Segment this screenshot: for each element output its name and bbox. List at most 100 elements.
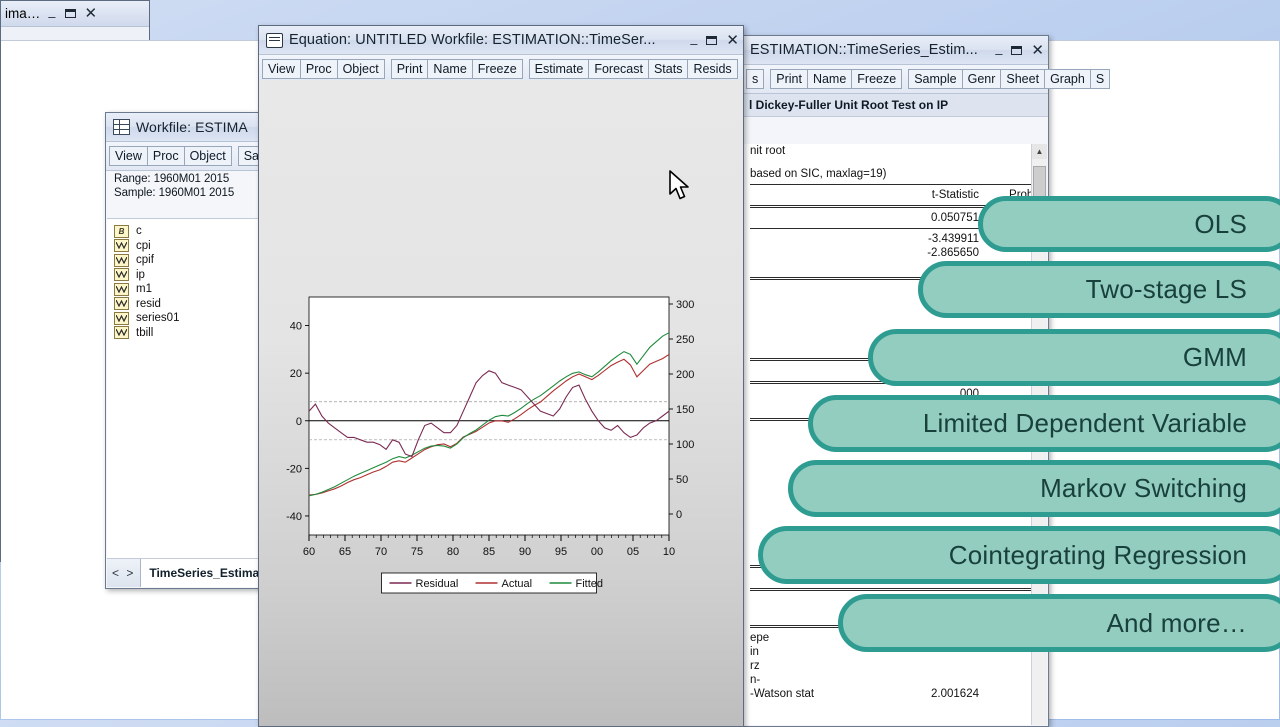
list-item[interactable]: tbill bbox=[107, 326, 265, 341]
toolbar-button-resids[interactable]: Resids bbox=[687, 58, 738, 80]
close-button[interactable]: ✕ bbox=[85, 6, 98, 21]
svg-text:150: 150 bbox=[676, 404, 694, 416]
list-item[interactable]: resid bbox=[107, 297, 265, 312]
durbin-watson-value: 2.001624 bbox=[931, 688, 979, 700]
sample-value: 1960M01 2015 bbox=[158, 187, 235, 199]
banner-and-more[interactable]: And more… bbox=[838, 594, 1280, 652]
svg-text:Actual: Actual bbox=[502, 578, 533, 590]
banner-ols[interactable]: OLS bbox=[978, 196, 1280, 252]
durbin-watson-label: -Watson stat bbox=[750, 688, 815, 700]
series-icon bbox=[114, 311, 129, 325]
toolbar-button-name[interactable]: Name bbox=[427, 58, 473, 80]
list-item[interactable]: cpi bbox=[107, 239, 265, 254]
banner-label: OLS bbox=[1194, 208, 1247, 239]
toolbar-button-stats[interactable]: Stats bbox=[647, 58, 689, 80]
banner-markov-switching[interactable]: Markov Switching bbox=[788, 460, 1280, 517]
workfile-toolbar[interactable]: View Proc Object Save bbox=[106, 142, 279, 171]
svg-text:95: 95 bbox=[555, 546, 567, 558]
svg-text:75: 75 bbox=[411, 546, 423, 558]
sub-window-title: ima… bbox=[5, 6, 41, 21]
workfile-page-tabs[interactable]: < > TimeSeries_Estima bbox=[107, 558, 265, 587]
list-item[interactable]: B c bbox=[107, 224, 265, 239]
object-name: resid bbox=[136, 297, 161, 310]
toolbar-button-object[interactable]: Object bbox=[183, 145, 232, 167]
maximize-button[interactable] bbox=[64, 9, 76, 18]
coefficient-beta-icon: B bbox=[114, 224, 129, 238]
workfile-window[interactable]: Workfile: ESTIMA View Proc Object Save R… bbox=[105, 112, 279, 589]
sample-row: Sample: 1960M01 2015 bbox=[106, 185, 266, 199]
maximize-button[interactable] bbox=[1011, 45, 1023, 55]
object-name: m1 bbox=[136, 283, 152, 296]
svg-text:80: 80 bbox=[447, 546, 459, 558]
residual-actual-fitted-chart: -40-200204005010015020025030060 65 70 75 80 8… bbox=[286, 296, 694, 594]
toolbar-button-estimate[interactable]: Estimate bbox=[528, 58, 590, 80]
list-item[interactable]: m1 bbox=[107, 282, 265, 297]
svg-text:-40: -40 bbox=[286, 511, 302, 523]
banner-two-stage-ls[interactable]: Two-stage LS bbox=[918, 261, 1280, 318]
toolbar-button-print[interactable]: Print bbox=[390, 58, 429, 80]
toolbar-button-proc[interactable]: Proc bbox=[146, 145, 185, 167]
svg-text:85: 85 bbox=[483, 546, 495, 558]
sub-window-titlebar[interactable]: ima… – ✕ bbox=[1, 1, 149, 27]
series-icon bbox=[114, 268, 129, 282]
svg-text:70: 70 bbox=[375, 546, 387, 558]
svg-text:200: 200 bbox=[676, 369, 694, 381]
workfile-object-list[interactable]: B c cpi cpif ip m1 resid series01 tbill bbox=[107, 218, 265, 558]
toolbar-button-partial[interactable]: s bbox=[746, 68, 765, 90]
maximize-button[interactable] bbox=[706, 35, 718, 45]
toolbar-button-freeze[interactable]: Freeze bbox=[471, 58, 523, 80]
banner-limited-dependent-variable[interactable]: Limited Dependent Variable bbox=[808, 395, 1280, 452]
list-item[interactable]: cpif bbox=[107, 253, 265, 268]
toolbar-button-stats[interactable]: S bbox=[1089, 68, 1111, 90]
toolbar-button-sheet[interactable]: Sheet bbox=[1000, 68, 1046, 90]
scroll-up-icon[interactable]: ▲ bbox=[1032, 144, 1047, 159]
toolbar-button-proc[interactable]: Proc bbox=[299, 58, 338, 80]
toolbar-button-freeze[interactable]: Freeze bbox=[851, 68, 903, 90]
banner-cointegrating-regression[interactable]: Cointegrating Regression bbox=[758, 526, 1280, 584]
system-menu-icon[interactable] bbox=[266, 32, 283, 48]
equation-window-controls[interactable]: – ✕ bbox=[682, 33, 739, 50]
divider bbox=[750, 184, 1041, 185]
banner-gmm[interactable]: GMM bbox=[868, 329, 1280, 386]
sub-window-controls[interactable]: – ✕ bbox=[40, 6, 98, 23]
svg-text:10: 10 bbox=[663, 546, 675, 558]
toolbar-button-graph[interactable]: Graph bbox=[1044, 68, 1091, 90]
toolbar-button-genr[interactable]: Genr bbox=[961, 68, 1002, 90]
minimize-button[interactable]: – bbox=[48, 10, 55, 23]
banner-label: GMM bbox=[1182, 342, 1247, 372]
workfile-title: Workfile: ESTIMA bbox=[136, 119, 248, 135]
tstat-value: -2.865650 bbox=[927, 247, 979, 259]
toolbar-button-view[interactable]: View bbox=[262, 58, 301, 80]
output-window-title: ESTIMATION::TimeSeries_Estim... bbox=[750, 42, 978, 58]
close-button[interactable]: ✕ bbox=[726, 33, 739, 48]
equation-window[interactable]: Equation: UNTITLED Workfile: ESTIMATION:… bbox=[258, 25, 744, 727]
output-window-toolbar[interactable]: s Print Name Freeze Sample Genr Sheet Gr… bbox=[743, 65, 1111, 94]
toolbar-button-object[interactable]: Object bbox=[336, 58, 385, 80]
equation-window-title: Equation: UNTITLED Workfile: ESTIMATION:… bbox=[289, 32, 656, 48]
list-item[interactable]: series01 bbox=[107, 311, 265, 326]
svg-text:250: 250 bbox=[676, 334, 694, 346]
mouse-cursor-icon bbox=[669, 170, 689, 200]
tstat-value: -3.439911 bbox=[928, 233, 979, 245]
toolbar-button-view[interactable]: View bbox=[109, 145, 148, 167]
workfile-titlebar[interactable]: Workfile: ESTIMA bbox=[106, 113, 266, 142]
object-name: series01 bbox=[136, 312, 180, 325]
output-window-titlebar[interactable]: ESTIMATION::TimeSeries_Estim... – ✕ bbox=[743, 36, 1048, 65]
close-button[interactable]: ✕ bbox=[1031, 43, 1044, 58]
minimize-button[interactable]: – bbox=[690, 37, 697, 50]
svg-text:50: 50 bbox=[676, 474, 688, 486]
output-window-controls[interactable]: – ✕ bbox=[987, 43, 1044, 60]
equation-titlebar[interactable]: Equation: UNTITLED Workfile: ESTIMATION:… bbox=[259, 26, 743, 55]
tstat-value: 0.050751 bbox=[931, 212, 979, 224]
banner-label: And more… bbox=[1106, 607, 1247, 638]
svg-text:100: 100 bbox=[676, 439, 694, 451]
list-item[interactable]: ip bbox=[107, 268, 265, 283]
minimize-button[interactable]: – bbox=[995, 47, 1002, 60]
toolbar-button-sample[interactable]: Sample bbox=[908, 68, 963, 90]
tab-nav-arrows[interactable]: < > bbox=[107, 566, 140, 580]
toolbar-button-print[interactable]: Print bbox=[770, 68, 808, 90]
toolbar-button-name[interactable]: Name bbox=[806, 68, 853, 90]
toolbar-button-forecast[interactable]: Forecast bbox=[588, 58, 649, 80]
tab-timeseries-estimation[interactable]: TimeSeries_Estima bbox=[140, 559, 265, 587]
svg-text:0: 0 bbox=[296, 416, 302, 428]
